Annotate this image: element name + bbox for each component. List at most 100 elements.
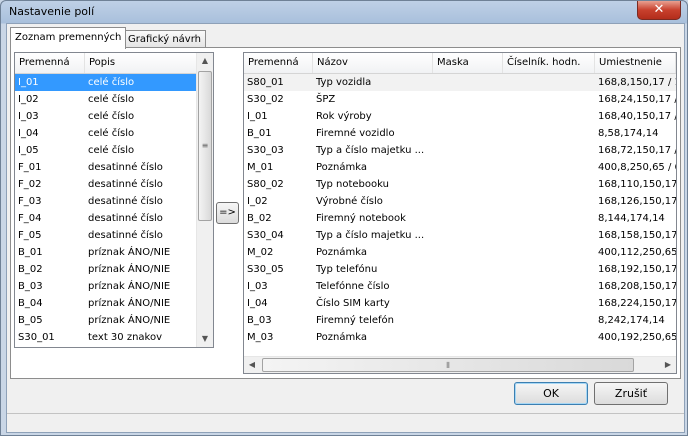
- scroll-down-icon[interactable]: ▼: [197, 331, 213, 347]
- table-row[interactable]: M_03 Poznámka 400,192,250,65 / 1: [244, 329, 676, 346]
- cancel-button[interactable]: Zrušiť: [594, 382, 668, 405]
- variable-cell: B_01: [18, 247, 43, 258]
- mask-cell: [433, 142, 503, 159]
- table-row[interactable]: I_03 celé číslo: [15, 108, 196, 125]
- variable-cell: S30_02: [247, 94, 284, 105]
- table-row[interactable]: I_01 celé číslo: [15, 74, 196, 91]
- table-row[interactable]: S80_02 Typ notebooku 168,110,150,17 / 1: [244, 176, 676, 193]
- tab-variable-list[interactable]: Zoznam premenných: [10, 27, 127, 49]
- codelist-cell: [503, 329, 595, 346]
- table-row[interactable]: F_03 desatinné číslo: [15, 193, 196, 210]
- table-row[interactable]: B_02 Firemný notebook 8,144,174,14: [244, 210, 676, 227]
- mask-cell: [433, 278, 503, 295]
- variable-cell: I_03: [247, 281, 268, 292]
- window-title: Nastavenie polí: [9, 5, 95, 18]
- name-cell: Typ notebooku: [316, 179, 389, 190]
- column-header-variable[interactable]: Premenná: [15, 53, 85, 73]
- table-row[interactable]: I_05 celé číslo: [15, 142, 196, 159]
- variable-cell: I_02: [18, 94, 39, 105]
- codelist-cell: [503, 278, 595, 295]
- column-header-variable[interactable]: Premenná: [244, 53, 313, 73]
- codelist-cell: [503, 74, 595, 91]
- table-row[interactable]: I_02 Výrobné číslo 168,126,150,17 / 1: [244, 193, 676, 210]
- table-row[interactable]: B_03 Firemný telefón 8,242,174,14: [244, 312, 676, 329]
- name-cell: Poznámka: [316, 247, 367, 258]
- column-header-codelist-value[interactable]: Číselník. hodn.: [503, 53, 595, 73]
- description-cell: celé číslo: [88, 111, 135, 122]
- close-button[interactable]: ✕: [637, 1, 681, 20]
- table-row[interactable]: F_02 desatinné číslo: [15, 176, 196, 193]
- tab-panel: Premenná Popis I_01 celé číslo I_02 celé čí…: [10, 47, 681, 379]
- codelist-cell: [503, 176, 595, 193]
- table-row[interactable]: B_03 príznak ÁNO/NIE: [15, 278, 196, 295]
- description-cell: desatinné číslo: [88, 213, 163, 224]
- scroll-right-icon[interactable]: ▶: [660, 357, 676, 373]
- variable-cell: M_03: [247, 332, 274, 343]
- variable-cell: F_01: [18, 162, 42, 173]
- variable-cell: S30_01: [18, 332, 55, 343]
- name-cell: ŠPZ: [316, 94, 336, 105]
- table-row[interactable]: F_01 desatinné číslo: [15, 159, 196, 176]
- table-row[interactable]: B_01 príznak ÁNO/NIE: [15, 244, 196, 261]
- status-bar: [7, 413, 684, 432]
- position-cell: 8,58,174,14: [598, 128, 659, 139]
- name-cell: Typ a číslo majetku ...: [316, 230, 425, 241]
- table-row[interactable]: S30_02 ŠPZ 168,24,150,17 / 1: [244, 91, 676, 108]
- scroll-left-icon[interactable]: ◀: [244, 357, 260, 373]
- column-header-mask[interactable]: Maska: [433, 53, 503, 73]
- dialog-window: Nastavenie polí ✕ Zoznam premenných Graf…: [0, 0, 688, 436]
- right-list-horizontal-scrollbar[interactable]: ◀ ⦀ ▶: [244, 356, 676, 373]
- table-row[interactable]: M_01 Poznámka 400,8,250,65 / 64: [244, 159, 676, 176]
- variable-cell: F_03: [18, 196, 42, 207]
- table-row[interactable]: B_01 Firemné vozidlo 8,58,174,14: [244, 125, 676, 142]
- name-cell: Číslo SIM karty: [316, 298, 390, 309]
- table-row[interactable]: F_04 desatinné číslo: [15, 210, 196, 227]
- table-row[interactable]: I_04 Číslo SIM karty 168,224,150,17 / 1: [244, 295, 676, 312]
- move-to-right-button[interactable]: =>: [216, 202, 239, 224]
- position-cell: 168,24,150,17 / 1: [598, 94, 676, 105]
- table-row[interactable]: S30_03 Typ a číslo majetku ... 168,72,150,…: [244, 142, 676, 159]
- left-scroll-thumb[interactable]: ≡: [198, 71, 212, 221]
- name-cell: Výrobné číslo: [316, 196, 383, 207]
- scroll-up-icon[interactable]: ▲: [197, 53, 213, 69]
- table-row[interactable]: B_05 príznak ÁNO/NIE: [15, 312, 196, 329]
- position-cell: 168,72,150,17 / 1: [598, 145, 676, 156]
- table-row[interactable]: S80_01 Typ vozidla 168,8,150,17 / 16: [244, 74, 676, 91]
- table-row[interactable]: M_02 Poznámka 400,112,250,65 / 1: [244, 244, 676, 261]
- right-scroll-thumb[interactable]: ⦀: [262, 358, 634, 372]
- column-header-name[interactable]: Názov: [313, 53, 433, 73]
- variable-cell: F_04: [18, 213, 42, 224]
- available-variables-list[interactable]: Premenná Popis I_01 celé číslo I_02 celé čí…: [14, 52, 214, 348]
- mask-cell: [433, 261, 503, 278]
- form-fields-list[interactable]: Premenná Názov Maska Číselník. hodn. Umi…: [243, 52, 677, 374]
- name-cell: Typ vozidla: [316, 77, 372, 88]
- mask-cell: [433, 295, 503, 312]
- column-header-position[interactable]: Umiestnenie: [595, 53, 676, 73]
- table-row[interactable]: I_01 Rok výroby 168,40,150,17 / 1: [244, 108, 676, 125]
- table-row[interactable]: I_02 celé číslo: [15, 91, 196, 108]
- mask-cell: [433, 74, 503, 91]
- close-icon: ✕: [653, 2, 665, 17]
- left-list-vertical-scrollbar[interactable]: ▲ ≡ ▼: [196, 53, 213, 347]
- tab-graphic-design[interactable]: Grafický návrh: [123, 30, 206, 48]
- table-row[interactable]: B_02 príznak ÁNO/NIE: [15, 261, 196, 278]
- codelist-cell: [503, 210, 595, 227]
- description-cell: desatinné číslo: [88, 196, 163, 207]
- description-cell: celé číslo: [88, 77, 135, 88]
- ok-button[interactable]: OK: [514, 382, 588, 405]
- position-cell: 168,192,150,17 / 1: [598, 264, 676, 275]
- table-row[interactable]: I_04 celé číslo: [15, 125, 196, 142]
- table-row[interactable]: I_03 Telefónne číslo 168,208,150,17 / 1: [244, 278, 676, 295]
- table-row[interactable]: B_04 príznak ÁNO/NIE: [15, 295, 196, 312]
- description-cell: text 30 znakov: [88, 332, 163, 343]
- table-row[interactable]: S30_01 text 30 znakov: [15, 329, 196, 346]
- variable-cell: F_02: [18, 179, 42, 190]
- table-row[interactable]: S30_04 Typ a číslo majetku ... 168,158,150…: [244, 227, 676, 244]
- table-row[interactable]: S30_05 Typ telefónu 168,192,150,17 / 1: [244, 261, 676, 278]
- codelist-cell: [503, 142, 595, 159]
- description-cell: desatinné číslo: [88, 230, 163, 241]
- variable-cell: B_01: [247, 128, 272, 139]
- table-row[interactable]: F_05 desatinné číslo: [15, 227, 196, 244]
- position-cell: 168,224,150,17 / 1: [598, 298, 676, 309]
- column-header-description[interactable]: Popis: [85, 53, 197, 73]
